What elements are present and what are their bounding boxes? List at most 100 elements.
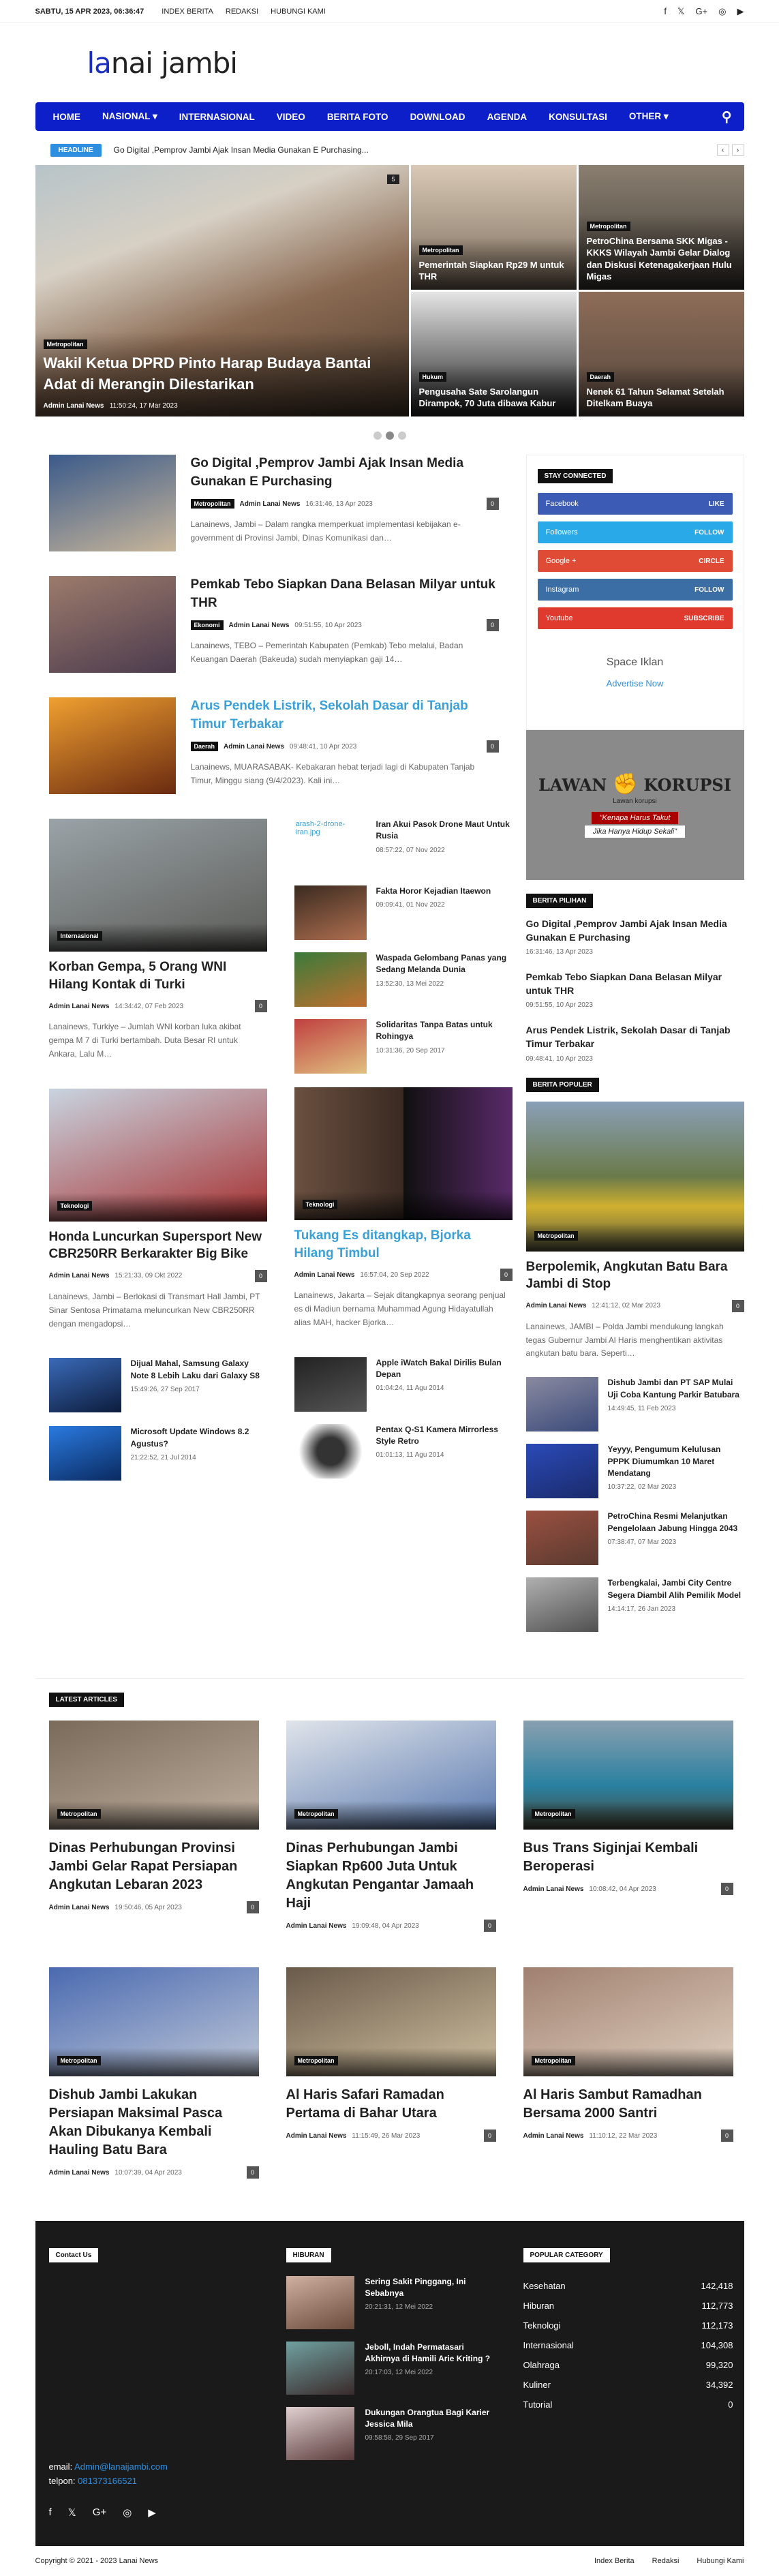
- hubungi-kami-link[interactable]: HUBUNGI KAMI: [271, 7, 326, 16]
- youtube-icon[interactable]: ▶: [737, 6, 744, 17]
- post-thumbnail[interactable]: [48, 455, 176, 551]
- category-link[interactable]: Internasional 104,308: [523, 2335, 733, 2355]
- facebook-like-button[interactable]: Facebook LIKE: [537, 493, 733, 515]
- mini-thumb[interactable]: [294, 885, 367, 940]
- sidebar: STAY CONNECTED Facebook LIKE Followers FOL…: [525, 455, 744, 1644]
- phone-link[interactable]: 081373166521: [78, 2476, 137, 2486]
- card-image[interactable]: Metropolitan: [525, 1101, 744, 1252]
- google-plus-icon[interactable]: G+: [695, 6, 707, 17]
- berita-populer-widget: BERITA POPULER Metropolitan Berpolemik, …: [525, 1077, 744, 1633]
- instagram-follow-button[interactable]: Instagram FOLLOW: [537, 579, 733, 601]
- mini-thumb[interactable]: [48, 1426, 121, 1481]
- hero-item[interactable]: Daerah Nenek 61 Tahun Selamat Setelah Dit…: [578, 292, 744, 416]
- hubungi-kami-link[interactable]: Hubungi Kami: [697, 2557, 744, 2565]
- hero-item[interactable]: Hukum Pengusaha Sate Sarolangun Dirampok,…: [410, 292, 577, 416]
- nav-agenda[interactable]: AGENDA: [476, 112, 538, 122]
- hero-title[interactable]: Wakil Ketua DPRD Pinto Harap Budaya Bant…: [44, 353, 401, 395]
- latest-card: Metropolitan Bus Trans Siginjai Kembali …: [523, 1721, 733, 1940]
- site-logo[interactable]: lanai jambi: [87, 46, 238, 80]
- slider-dot[interactable]: [373, 431, 382, 440]
- ad-space: Space Iklan Advertise Now: [538, 656, 733, 688]
- mini-thumb[interactable]: [525, 1377, 598, 1432]
- hero-tag[interactable]: Metropolitan: [43, 339, 87, 350]
- latest-card: Metropolitan Dinas Perhubungan Jambi Sia…: [286, 1721, 496, 1940]
- twitter-follow-button[interactable]: Followers FOLLOW: [537, 521, 733, 543]
- instagram-icon[interactable]: ◎: [123, 2506, 132, 2519]
- latest-title[interactable]: Dinas Perhubungan Provinsi Jambi Gelar R…: [49, 1839, 259, 1894]
- nav-other[interactable]: OTHER ▾: [618, 111, 679, 122]
- post-thumbnail[interactable]: [48, 576, 176, 673]
- latest-title[interactable]: Dishub Jambi Lakukan Persiapan Maksimal …: [49, 2086, 259, 2160]
- post-title[interactable]: Go Digital ,Pemprov Jambi Ajak Insan Med…: [191, 455, 499, 491]
- google-circle-button[interactable]: Google + CIRCLE: [537, 550, 733, 572]
- category-link[interactable]: Teknologi 112,173: [523, 2316, 733, 2335]
- nav-nasional[interactable]: NASIONAL ▾: [91, 111, 168, 122]
- category-link[interactable]: Olahraga 99,320: [523, 2355, 733, 2375]
- mini-item: arash-2-drone-iran.jpg Iran Akui Pasok D…: [294, 819, 513, 873]
- mini-thumb[interactable]: [525, 1577, 598, 1633]
- redaksi-link[interactable]: Redaksi: [652, 2557, 679, 2565]
- nav-home[interactable]: HOME: [42, 112, 92, 122]
- facebook-icon[interactable]: f: [664, 6, 667, 17]
- card-image[interactable]: Teknologi: [48, 1088, 267, 1222]
- youtube-subscribe-button[interactable]: Youtube SUBSCRIBE: [537, 607, 733, 629]
- google-plus-icon[interactable]: G+: [93, 2506, 106, 2519]
- card-title[interactable]: Tukang Es ditangkap, Bjorka Hilang Timbu…: [294, 1227, 513, 1262]
- instagram-icon[interactable]: ◎: [718, 6, 726, 17]
- latest-title[interactable]: Al Haris Safari Ramadan Pertama di Bahar…: [286, 2086, 496, 2123]
- nav-video[interactable]: VIDEO: [266, 112, 316, 122]
- post-title[interactable]: Arus Pendek Listrik, Sekolah Dasar di Ta…: [191, 697, 499, 733]
- mini-item: Dijual Mahal, Samsung Galaxy Note 8 Lebi…: [48, 1358, 267, 1413]
- category-link[interactable]: Tutorial 0: [523, 2395, 733, 2414]
- nav-berita-foto[interactable]: BERITA FOTO: [316, 112, 399, 122]
- mini-item: Solidaritas Tanpa Batas untuk Rohingya 10…: [294, 1019, 513, 1074]
- category-link[interactable]: Kesehatan 142,418: [523, 2276, 733, 2296]
- card-title[interactable]: Korban Gempa, 5 Orang WNI Hilang Kontak …: [49, 958, 267, 993]
- twitter-icon[interactable]: 𝕏: [68, 2506, 76, 2519]
- email-link[interactable]: Admin@lanaijambi.com: [74, 2461, 168, 2472]
- ticker-text[interactable]: Go Digital ,Pemprov Jambi Ajak Insan Med…: [114, 145, 369, 155]
- category-link[interactable]: Hiburan 112,773: [523, 2296, 733, 2316]
- card-title[interactable]: Honda Luncurkan Supersport New CBR250RR …: [49, 1228, 267, 1263]
- slider-dot[interactable]: [397, 431, 406, 440]
- nav-download[interactable]: DOWNLOAD: [399, 112, 476, 122]
- advertise-link[interactable]: Advertise Now: [538, 678, 733, 688]
- mini-thumb[interactable]: [294, 1019, 367, 1074]
- post-title[interactable]: Pemkab Tebo Siapkan Dana Belasan Milyar …: [191, 576, 499, 612]
- prev-arrow-icon[interactable]: ‹: [716, 144, 729, 156]
- category-link[interactable]: Kuliner 34,392: [523, 2375, 733, 2395]
- post-thumbnail[interactable]: [48, 697, 176, 794]
- card-image[interactable]: Internasional: [48, 819, 267, 952]
- card-title[interactable]: Berpolemik, Angkutan Batu Bara Jambi di …: [526, 1258, 744, 1293]
- pilihan-title[interactable]: Go Digital ,Pemprov Jambi Ajak Insan Med…: [526, 918, 744, 944]
- latest-title[interactable]: Al Haris Sambut Ramadhan Bersama 2000 Sa…: [523, 2086, 733, 2123]
- index-berita-link[interactable]: Index Berita: [594, 2557, 635, 2565]
- hero-item[interactable]: Metropolitan Pemerintah Siapkan Rp29 M un…: [410, 165, 577, 290]
- copyright: Copyright © 2021 - 2023 Lanai News: [35, 2556, 159, 2565]
- latest-title[interactable]: Dinas Perhubungan Jambi Siapkan Rp600 Ju…: [286, 1839, 496, 1913]
- hero-main[interactable]: 5 Metropolitan Wakil Ketua DPRD Pinto Ha…: [35, 165, 409, 416]
- hero-item[interactable]: Metropolitan PetroChina Bersama SKK Migas…: [578, 165, 744, 290]
- search-icon[interactable]: ⚲: [716, 108, 737, 125]
- youtube-icon[interactable]: ▶: [148, 2506, 156, 2519]
- mini-thumb[interactable]: [48, 1358, 121, 1413]
- mini-thumb[interactable]: [294, 1423, 367, 1479]
- anti-corruption-banner[interactable]: LAWAN ✊ KORUPSI Lawan korupsi "Kenapa Ha…: [525, 730, 744, 880]
- mini-thumb-broken[interactable]: arash-2-drone-iran.jpg: [294, 819, 367, 873]
- twitter-icon[interactable]: 𝕏: [677, 6, 684, 17]
- pilihan-title[interactable]: Pemkab Tebo Siapkan Dana Belasan Milyar …: [526, 971, 744, 997]
- mini-thumb[interactable]: [525, 1511, 598, 1566]
- mini-thumb[interactable]: [294, 952, 367, 1007]
- slider-dot[interactable]: [385, 431, 394, 440]
- facebook-icon[interactable]: f: [49, 2506, 52, 2519]
- mini-thumb[interactable]: [525, 1444, 598, 1499]
- pilihan-title[interactable]: Arus Pendek Listrik, Sekolah Dasar di Ta…: [526, 1024, 744, 1050]
- card-image[interactable]: Teknologi: [294, 1087, 513, 1220]
- nav-konsultasi[interactable]: KONSULTASI: [538, 112, 618, 122]
- latest-title[interactable]: Bus Trans Siginjai Kembali Beroperasi: [523, 1839, 733, 1876]
- redaksi-link[interactable]: REDAKSI: [226, 7, 258, 16]
- next-arrow-icon[interactable]: ›: [731, 144, 744, 156]
- index-berita-link[interactable]: INDEX BERITA: [162, 7, 213, 16]
- nav-internasional[interactable]: INTERNASIONAL: [168, 112, 266, 122]
- mini-thumb[interactable]: [294, 1357, 367, 1412]
